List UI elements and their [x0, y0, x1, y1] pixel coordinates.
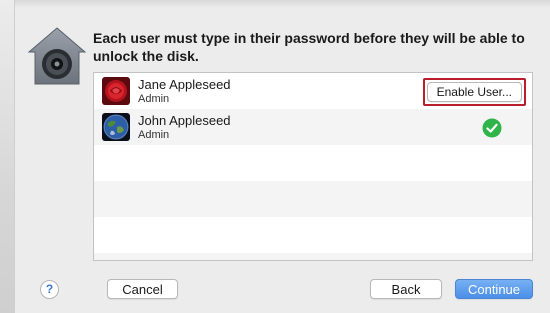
- cancel-button[interactable]: Cancel: [107, 279, 178, 299]
- user-list[interactable]: Jane Appleseed Admin Enable User... John…: [93, 72, 533, 261]
- continue-button[interactable]: Continue: [455, 279, 533, 299]
- user-row-jane[interactable]: Jane Appleseed Admin Enable User...: [94, 73, 532, 109]
- empty-row: [94, 217, 532, 253]
- empty-row: [94, 181, 532, 217]
- empty-row: [94, 253, 532, 260]
- earth-icon: [102, 113, 130, 141]
- empty-row: [94, 145, 532, 181]
- back-button[interactable]: Back: [370, 279, 442, 299]
- user-name: Jane Appleseed: [138, 77, 231, 92]
- desktop-backdrop: [0, 0, 14, 313]
- user-role: Admin: [138, 129, 170, 141]
- filevault-house-icon: [27, 27, 87, 85]
- green-checkmark-icon: [482, 118, 502, 138]
- instruction-text: Each user must type in their password be…: [93, 30, 525, 64]
- red-rose-icon: [102, 77, 130, 105]
- user-name: John Appleseed: [138, 113, 231, 128]
- help-button[interactable]: ?: [40, 280, 59, 299]
- highlight-box: Enable User...: [422, 78, 526, 106]
- user-row-john[interactable]: John Appleseed Admin: [94, 109, 532, 145]
- user-role: Admin: [138, 93, 170, 105]
- enable-user-button[interactable]: Enable User...: [426, 82, 522, 102]
